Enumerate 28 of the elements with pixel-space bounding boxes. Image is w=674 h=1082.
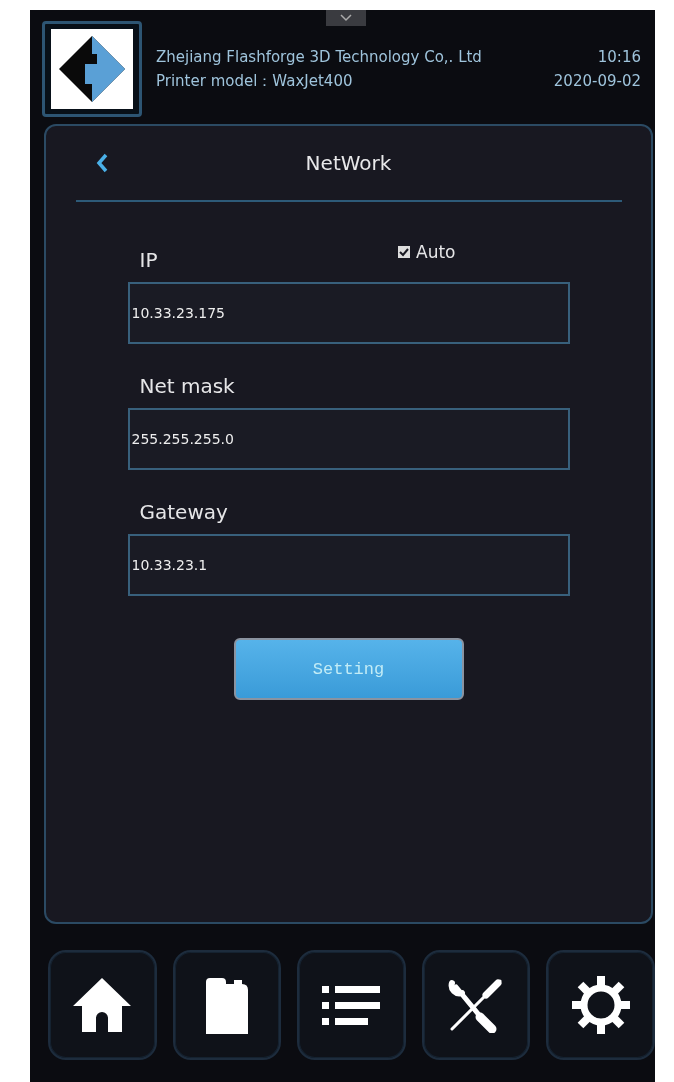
- nav-button[interactable]: [421, 950, 531, 1060]
- auto-checkbox[interactable]: [398, 246, 410, 258]
- time: 10:16: [597, 47, 641, 66]
- chevron-down-icon: [340, 14, 352, 22]
- tools-icon: [448, 977, 505, 1033]
- nav-button[interactable]: [297, 950, 406, 1060]
- page-title: NetWork: [305, 151, 392, 175]
- nav-button[interactable]: [48, 950, 157, 1060]
- logo-icon: [42, 21, 142, 117]
- auto-label: Auto: [416, 242, 456, 262]
- back-button[interactable]: [95, 153, 108, 173]
- list-icon: [322, 984, 381, 1026]
- field-label: Gateway: [139, 500, 228, 524]
- settings-icon: [571, 976, 630, 1034]
- field-label: IP: [139, 248, 158, 272]
- input-field[interactable]: 10.33.23.1: [127, 534, 570, 596]
- nav-button[interactable]: [546, 950, 655, 1060]
- field-label: Net mask: [139, 374, 235, 398]
- pull-down-tab[interactable]: [326, 10, 366, 26]
- home-icon: [73, 978, 132, 1032]
- container-icon: [203, 976, 250, 1034]
- input-field[interactable]: 10.33.23.175: [127, 282, 570, 344]
- nav-button[interactable]: [172, 950, 282, 1060]
- date: 2020-09-02: [553, 71, 641, 91]
- input-field[interactable]: 255.255.255.0: [127, 408, 570, 470]
- company-name: Zhejiang Flashforge 3D Technology Co,. Ltd: [156, 47, 482, 66]
- back-icon: [95, 153, 108, 173]
- printer-model: Printer model：WaxJet400: [156, 71, 353, 91]
